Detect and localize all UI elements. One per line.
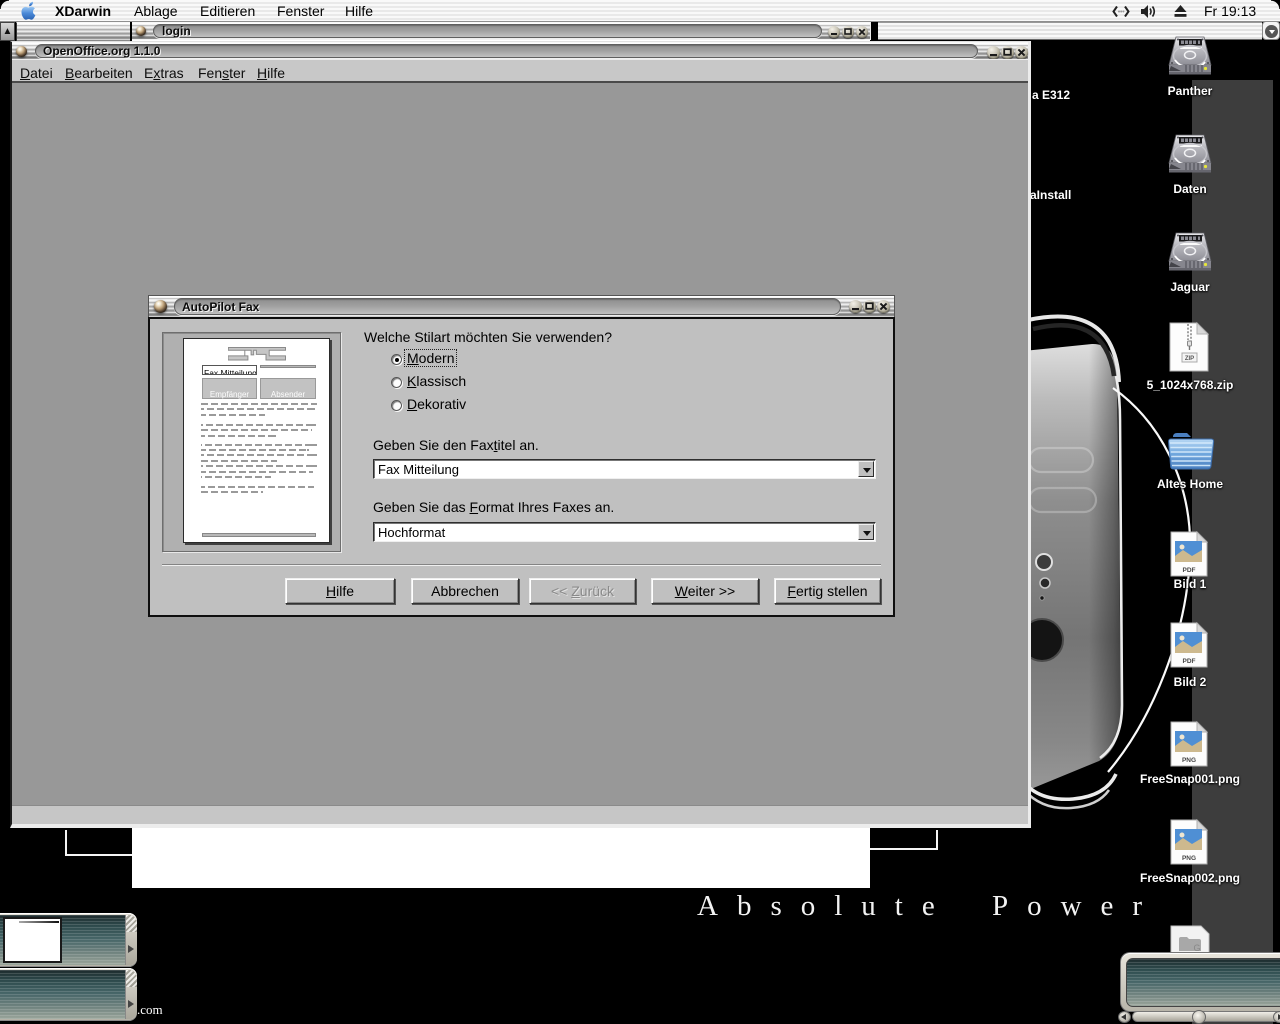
svg-text:PNG: PNG [1182,757,1196,764]
svg-text:PNG: PNG [1182,855,1196,862]
svg-text:PDF: PDF [1183,567,1196,574]
svg-text:PDF: PDF [1183,658,1196,665]
svg-text:ZIP: ZIP [1185,356,1194,362]
